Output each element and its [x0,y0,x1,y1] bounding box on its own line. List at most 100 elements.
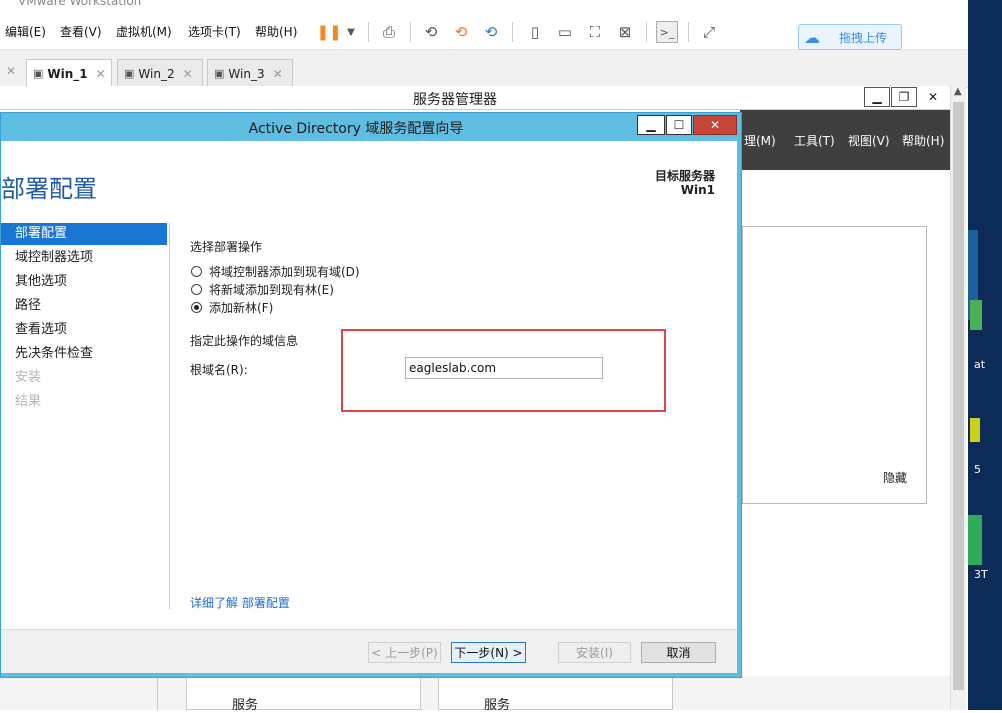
server-manager-titlebar: 服务器管理器 ▁ ❐ ✕ [0,86,950,110]
restore-button[interactable]: ❐ [891,87,917,107]
nav-prereq-check[interactable]: 先决条件检查 [1,343,167,365]
target-server-value: Win1 [680,183,715,197]
learn-more-link[interactable]: 详细了解 部署配置 [190,594,290,611]
menu-help[interactable]: 帮助(H) [902,132,944,149]
wizard-titlebar: Active Directory 域服务配置向导 ▁ ☐ ✕ [1,113,741,141]
toolbar-separator [646,22,647,42]
radio-button[interactable] [191,266,202,277]
radio-label: 将新域添加到现有林(E) [209,283,334,297]
snapshot-manager-icon[interactable]: ⟲ [480,21,502,43]
radio-button[interactable] [191,302,202,313]
snapshot-icon[interactable]: ⟲ [420,21,442,43]
role-tile[interactable]: 服务 [186,676,421,713]
dropdown-arrow-icon[interactable]: ▼ [340,21,362,43]
radio-label: 将域控制器添加到现有域(D) [209,265,360,279]
desktop-icon[interactable] [970,300,982,330]
highlight-box [341,329,666,412]
nav-installation: 安装 [15,370,42,385]
nav-dc-options[interactable]: 域控制器选项 [1,247,167,269]
toolbar-separator [512,22,513,42]
next-button[interactable]: 下一步(N) > [451,642,526,663]
nav-deployment-config[interactable]: 部署配置 [1,223,167,245]
tab-label: Win_2 [138,66,175,81]
fullscreen-icon[interactable]: ⛶ [584,21,606,43]
menu-tools[interactable]: 工具(T) [794,132,835,149]
desktop-label: 3T [974,568,988,581]
role-tile[interactable]: 服务 [438,676,673,713]
unity-icon[interactable]: ⊠ [614,21,636,43]
tab-win1[interactable]: ▣ Win_1 ✕ [26,59,112,87]
server-manager-title: 服务器管理器 [413,92,497,108]
wizard-title: Active Directory 域服务配置向导 [248,121,464,137]
send-keys-icon[interactable]: ⎙ [378,21,400,43]
maximize-button[interactable]: ☐ [666,115,692,135]
desktop-label: at [974,358,986,371]
radio-button[interactable] [191,284,202,295]
menu-manage[interactable]: 理(M) [744,132,776,149]
desktop-label: 5 [974,463,981,476]
close-button[interactable]: ✕ [918,87,948,107]
nav-paths[interactable]: 路径 [1,295,167,317]
desktop-icon[interactable] [970,418,980,442]
install-button[interactable]: 安装(I) [558,642,631,663]
vm-icon: ▣ [33,67,44,80]
vmware-title: VMware Workstation [18,0,142,8]
tab-win3[interactable]: ▣ Win_3 ✕ [207,59,293,87]
nav-divider [169,223,170,609]
sidebar-view-icon[interactable]: ▯ [524,21,546,43]
nav-additional-options[interactable]: 其他选项 [1,271,167,293]
vm-icon: ▣ [124,67,135,80]
vmware-titlebar: VMware Workstation [0,0,968,14]
menu-tabs[interactable]: 选项卡(T) [188,23,241,40]
radio-add-dc-existing-domain[interactable]: 将域控制器添加到现有域(D) [191,263,360,280]
upload-label: 拖拽上传 [839,30,888,45]
root-domain-label: 根域名(R): [190,363,248,377]
tile-label: 服务 [484,698,511,713]
operation-section-label: 选择部署操作 [190,240,263,254]
minimize-button[interactable]: ▁ [637,115,665,135]
toolbar-separator [410,22,411,42]
hide-link[interactable]: 隐藏 [883,469,907,486]
vmware-tabbar: ✕ ▣ Win_1 ✕ ▣ Win_2 ✕ ▣ Win_3 ✕ [0,50,968,88]
tab-close-icon[interactable]: ✕ [183,67,193,81]
welcome-panel: 隐藏 [742,226,927,504]
nav-review-options[interactable]: 查看选项 [1,319,167,341]
radio-add-domain-existing-forest[interactable]: 将新域添加到现有林(E) [191,281,334,298]
radio-add-new-forest[interactable]: 添加新林(F) [191,299,273,316]
chevron-up-icon[interactable]: ▲ [954,86,962,97]
cloud-icon: ☁ [804,27,820,47]
tab-close-icon[interactable]: ✕ [6,64,16,78]
menu-vm[interactable]: 虚拟机(M) [116,23,172,40]
menu-view[interactable]: 查看(V) [60,23,102,40]
toolbar-separator [688,22,689,42]
toolbar-separator [368,22,369,42]
tab-label: Win_3 [228,66,265,81]
page-heading: 部署配置 [1,175,97,203]
close-button[interactable]: ✕ [693,115,737,135]
console-view-icon[interactable]: ▭ [554,21,576,43]
domain-info-section-label: 指定此操作的域信息 [190,334,299,348]
nav-results: 结果 [15,394,42,409]
minimize-button[interactable]: ▁ [864,87,890,107]
guest-desktop-strip: at 5 3T [968,0,1002,710]
divider [157,676,158,710]
tab-close-icon[interactable]: ✕ [96,67,106,81]
desktop-icon[interactable] [968,515,982,565]
pause-icon[interactable]: ❚❚ [316,21,341,43]
menu-view[interactable]: 视图(V) [848,132,890,149]
wizard-client: 部署配置 目标服务器 Win1 部署配置 域控制器选项 其他选项 路径 查看选项… [1,141,737,673]
menu-edit[interactable]: 编辑(E) [5,23,46,40]
vmware-menubar: 编辑(E) 查看(V) 虚拟机(M) 选项卡(T) 帮助(H) ❚❚ ▼ ⎙ ⟲… [0,14,968,50]
ad-config-wizard: Active Directory 域服务配置向导 ▁ ☐ ✕ 部署配置 目标服务… [0,112,742,678]
revert-snapshot-icon[interactable]: ⟲ [450,21,472,43]
cancel-button[interactable]: 取消 [641,642,716,663]
terminal-icon[interactable]: >_ [656,21,678,43]
tab-close-icon[interactable]: ✕ [273,67,283,81]
previous-button[interactable]: < 上一步(P) [368,642,441,663]
upload-button[interactable]: ☁ 拖拽上传 [798,24,902,50]
scrollbar-thumb[interactable] [953,102,964,690]
menu-help[interactable]: 帮助(H) [255,23,297,40]
tab-win2[interactable]: ▣ Win_2 ✕ [117,59,203,87]
server-manager-scrollbar[interactable]: ▲ [950,86,966,710]
stretch-icon[interactable]: ⤢ [698,21,720,43]
